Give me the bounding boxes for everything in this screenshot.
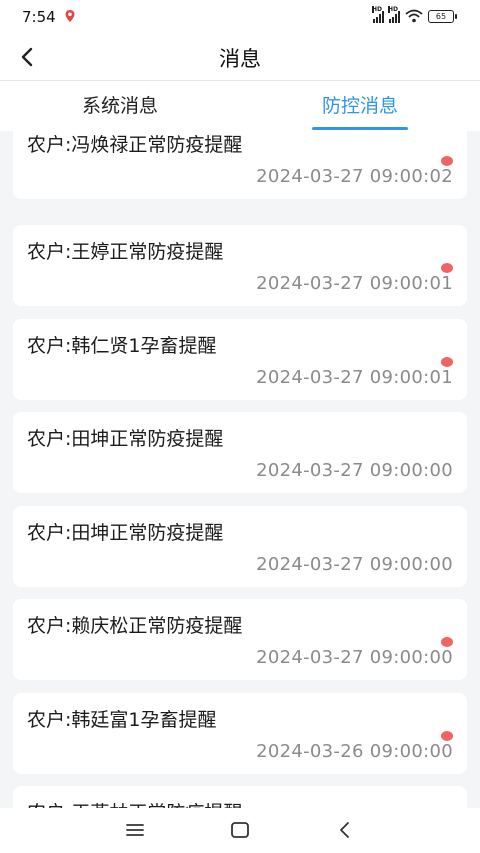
status-bar: 7:54 HD HD 65 — [0, 0, 480, 34]
message-time: 2024-03-27 09:00:02 — [256, 166, 453, 187]
message-card[interactable]: 农户:韩仁贤1孕畜提醒 2024-03-27 09:00:01 — [13, 319, 467, 400]
message-title: 农户:韩廷富1孕畜提醒 — [27, 709, 217, 731]
message-time: 2024-03-27 09:00:01 — [256, 367, 453, 388]
battery-icon: 65 — [428, 9, 457, 23]
unread-dot — [441, 637, 453, 647]
message-title: 农户:田坤正常防疫提醒 — [27, 522, 224, 544]
message-time: 2024-03-27 09:00:00 — [256, 554, 453, 575]
unread-dot — [441, 357, 453, 367]
message-card[interactable]: 农户:韩廷富1孕畜提醒 2024-03-26 09:00:00 — [13, 693, 467, 774]
system-nav-bar — [0, 808, 480, 853]
status-time: 7:54 — [22, 8, 56, 26]
message-card[interactable]: 农户:王燕林正常防疫提醒 — [13, 786, 467, 808]
wifi-icon — [405, 9, 423, 23]
signal-icon-2: HD — [388, 6, 400, 23]
tab-prevention-messages[interactable]: 防控消息 — [240, 81, 480, 131]
location-icon — [65, 10, 75, 22]
message-title: 农户:冯焕禄正常防疫提醒 — [27, 134, 243, 156]
message-card[interactable]: 农户:冯焕禄正常防疫提醒 2024-03-27 09:00:02 — [13, 131, 467, 199]
status-icons: HD HD 65 — [372, 6, 457, 23]
message-time: 2024-03-26 09:00:00 — [256, 741, 453, 762]
unread-dot — [441, 731, 453, 741]
unread-dot — [441, 156, 453, 166]
app-header: 消息 — [0, 34, 480, 81]
menu-icon[interactable] — [124, 820, 146, 840]
message-title: 农户:赖庆松正常防疫提醒 — [27, 615, 243, 637]
message-card[interactable]: 农户:王婷正常防疫提醒 2024-03-27 09:00:01 — [13, 225, 467, 306]
message-card[interactable]: 农户:田坤正常防疫提醒 2024-03-27 09:00:00 — [13, 412, 467, 493]
message-card[interactable]: 农户:赖庆松正常防疫提醒 2024-03-27 09:00:00 — [13, 599, 467, 680]
home-icon[interactable] — [229, 820, 251, 840]
unread-dot — [441, 263, 453, 273]
tab-system-messages[interactable]: 系统消息 — [0, 81, 240, 131]
message-time: 2024-03-27 09:00:00 — [256, 460, 453, 481]
message-title: 农户:韩仁贤1孕畜提醒 — [27, 335, 217, 357]
message-card[interactable]: 农户:田坤正常防疫提醒 2024-03-27 09:00:00 — [13, 506, 467, 587]
back-icon[interactable] — [334, 820, 356, 840]
message-time: 2024-03-27 09:00:00 — [256, 647, 453, 668]
signal-icon: HD — [372, 6, 384, 23]
tab-bar: 系统消息 防控消息 — [0, 81, 480, 131]
message-title: 农户:王婷正常防疫提醒 — [27, 241, 224, 263]
message-list[interactable]: 农户:冯焕禄正常防疫提醒 2024-03-27 09:00:02 农户:王婷正常… — [0, 131, 480, 808]
active-tab-indicator — [312, 127, 408, 130]
message-title: 农户:王燕林正常防疫提醒 — [27, 798, 242, 808]
message-title: 农户:田坤正常防疫提醒 — [27, 428, 224, 450]
message-time: 2024-03-27 09:00:01 — [256, 273, 453, 294]
page-title: 消息 — [219, 47, 261, 71]
